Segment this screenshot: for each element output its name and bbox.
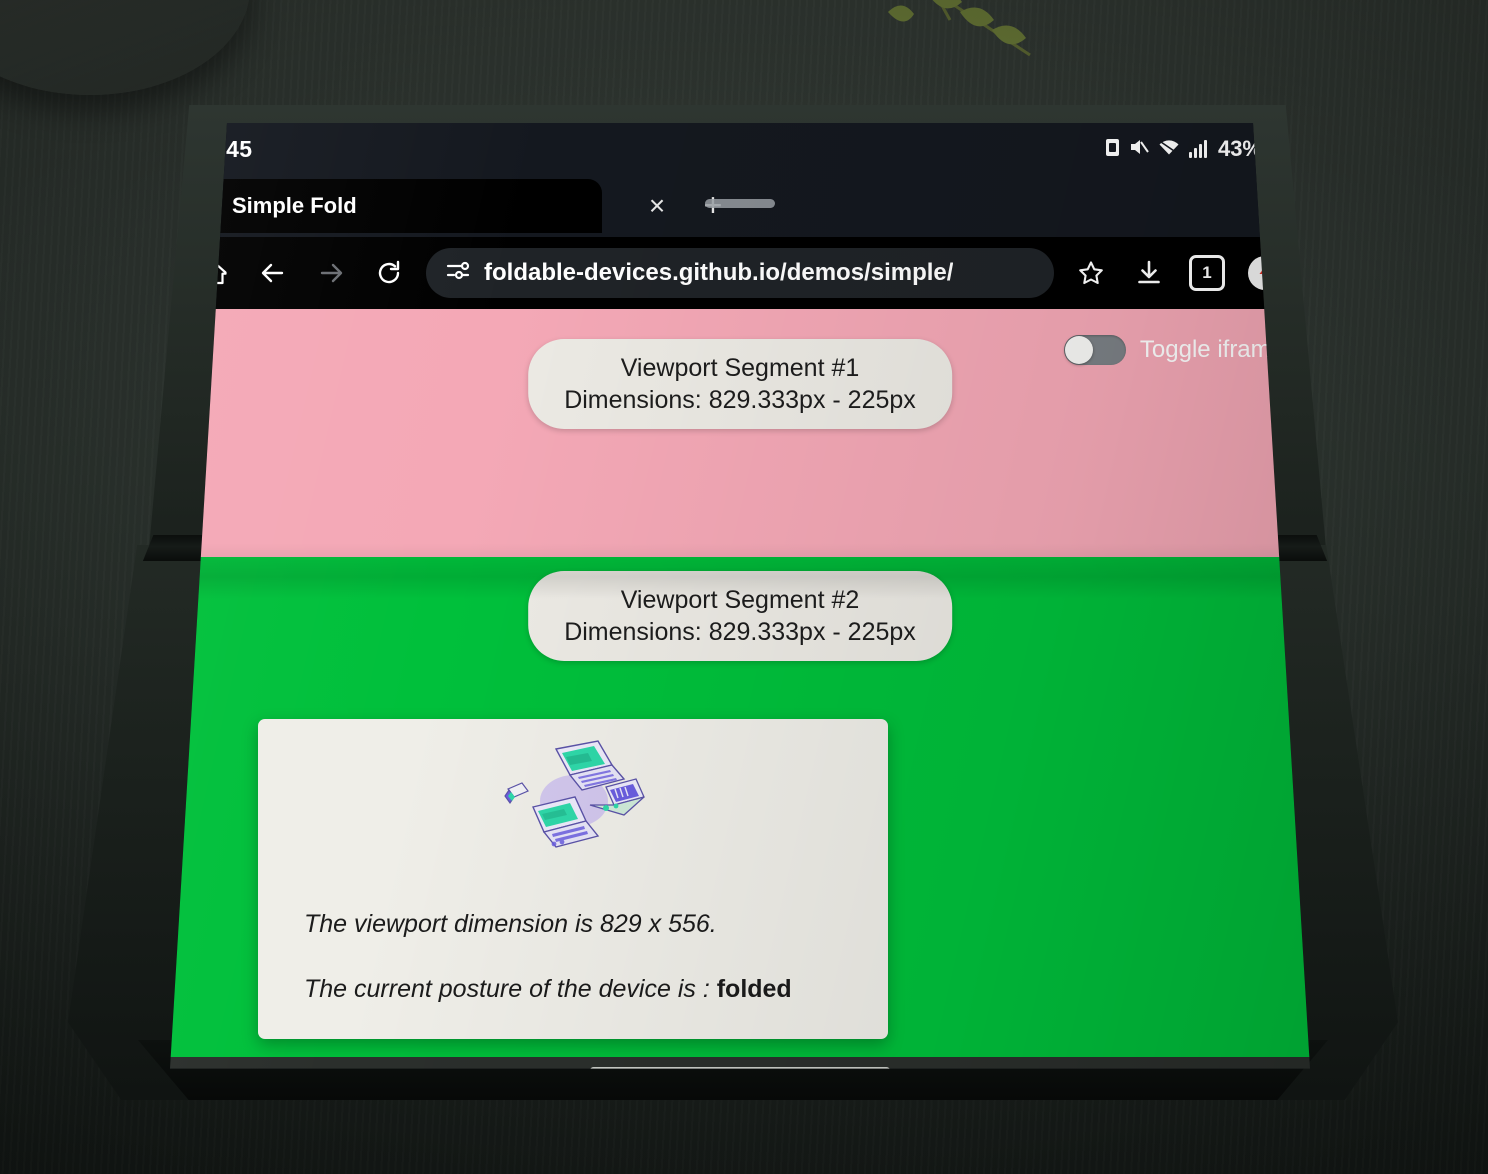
wifi-icon [1158,139,1180,160]
toggle-knob [1064,336,1093,364]
omnibox[interactable]: foldable-devices.github.io/demos/simple/ [426,248,1054,298]
device-screen: 12:45 43% [170,123,1310,1069]
segment-2-dimensions: Dimensions: 829.333px - 225px [564,618,916,646]
segment-1-dimensions: Dimensions: 829.333px - 225px [564,386,916,414]
viewport-dimension-line: The viewport dimension is 829 x 556. [304,910,717,938]
url-text: foldable-devices.github.io/demos/simple/ [484,259,954,286]
tab-switcher-button[interactable]: 1 [1178,244,1236,302]
bookmark-star-icon[interactable] [1062,244,1120,302]
screenshot-icon [1105,138,1120,161]
back-icon[interactable] [244,244,302,302]
viewport-segment-2: Viewport Segment #2 Dimensions: 829.333p… [170,557,1310,1057]
foldable-device: 12:45 43% [60,105,1400,1100]
posture-line: The current posture of the device is : f… [304,974,858,1005]
sound-off-icon [1129,138,1149,160]
foldable-devices-illustration-icon [478,735,668,865]
toggle-iframe-row[interactable]: Toggle iframe [1063,335,1284,365]
info-card-text: The viewport dimension is 829 x 556. The… [304,909,858,1039]
segment-1-label: Viewport Segment #1 Dimensions: 829.333p… [528,339,952,429]
segment-2-title: Viewport Segment #2 [620,586,860,614]
posture-value: folded [716,975,792,1004]
web-page-content: Viewport Segment #1 Dimensions: 829.333p… [170,309,1310,1069]
info-card: The viewport dimension is 829 x 556. The… [258,719,888,1039]
tab-count-label: 1 [1189,255,1225,291]
status-bar: 12:45 43% [170,123,1310,175]
cellular-signal-icon [1188,140,1207,158]
reload-icon[interactable] [360,244,418,302]
toggle-iframe-switch[interactable] [1063,335,1126,365]
tab-strip: Simple Fold × + [170,175,1310,237]
forward-icon[interactable] [302,244,360,302]
posture-prefix: The current posture of the device is : [304,975,717,1004]
segment-1-title: Viewport Segment #1 [620,354,860,382]
browser-toolbar: foldable-devices.github.io/demos/simple/… [170,237,1310,309]
toggle-iframe-label: Toggle iframe [1139,336,1284,363]
site-settings-icon[interactable] [446,260,470,287]
close-tab-icon[interactable]: × [640,189,674,223]
segment-2-label: Viewport Segment #2 Dimensions: 829.333p… [528,571,952,661]
tab-title: Simple Fold [232,193,357,218]
browser-tab-simple-fold[interactable]: Simple Fold [182,179,602,233]
viewport-segment-1: Viewport Segment #1 Dimensions: 829.333p… [170,309,1310,557]
download-icon[interactable] [1120,244,1178,302]
speaker-grille [705,199,775,208]
